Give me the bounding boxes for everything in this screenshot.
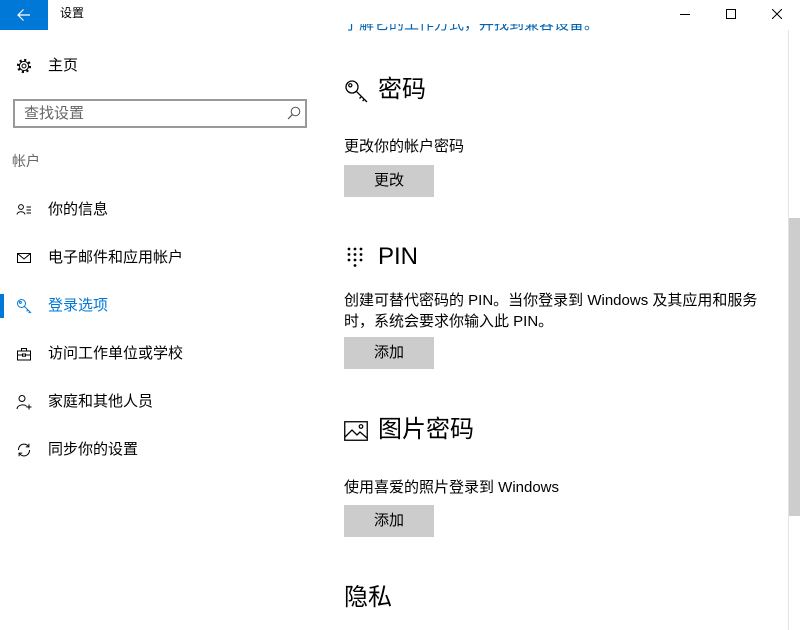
add-pin-button[interactable]: 添加 [344, 337, 434, 369]
picture-password-heading: 图片密码 [378, 416, 474, 443]
sidebar-item-sign-in-options[interactable]: 登录选项 [0, 286, 320, 326]
main-content: 了解它的工作方式，并找到兼容设备。 密码 更改你的帐户密码 更改 PIN 创建可… [320, 24, 788, 630]
sidebar-item-label: 主页 [48, 57, 79, 74]
key-icon [16, 298, 32, 314]
keypad-icon [347, 247, 363, 268]
briefcase-icon [16, 346, 32, 362]
mail-icon [16, 250, 32, 266]
sidebar-item-label: 访问工作单位或学校 [48, 345, 184, 362]
password-description: 更改你的帐户密码 [344, 138, 465, 155]
pin-description-line: 时，系统会要求你输入此 PIN。 [344, 313, 554, 330]
sidebar-item-your-info[interactable]: 你的信息 [0, 190, 320, 230]
sidebar: 主页 帐户 你的信息 电子邮件和应用帐户 登录选项 访问工作单位或学校 [0, 0, 320, 630]
gear-icon [16, 58, 32, 74]
sidebar-item-label: 登录选项 [48, 297, 109, 314]
maximize-button[interactable] [708, 0, 754, 30]
password-heading: 密码 [378, 76, 426, 103]
sidebar-item-sync-settings[interactable]: 同步你的设置 [0, 430, 320, 470]
sidebar-item-label: 同步你的设置 [48, 441, 139, 458]
key-icon [344, 79, 368, 103]
pin-description-line: 创建可替代密码的 PIN。当你登录到 Windows 及其应用和服务 [344, 292, 758, 309]
search-input[interactable] [15, 101, 279, 126]
title-bar: 设置 [0, 0, 800, 30]
contact-info-icon [16, 202, 32, 218]
sidebar-item-email-accounts[interactable]: 电子邮件和应用帐户 [0, 238, 320, 278]
search-icon[interactable] [287, 106, 301, 120]
selection-indicator [0, 294, 4, 318]
scrollbar-thumb[interactable] [789, 218, 800, 516]
window-title: 设置 [60, 6, 85, 20]
sidebar-item-label: 家庭和其他人员 [48, 393, 154, 410]
picture-password-description: 使用喜爱的照片登录到 Windows [344, 479, 560, 496]
section-header-accounts: 帐户 [12, 153, 40, 169]
picture-icon [344, 421, 368, 441]
close-button[interactable] [754, 0, 800, 30]
sidebar-item-family-other-people[interactable]: 家庭和其他人员 [0, 382, 320, 422]
sidebar-item-label: 你的信息 [48, 201, 109, 218]
change-password-button[interactable]: 更改 [344, 165, 434, 197]
pin-heading: PIN [378, 243, 419, 270]
vertical-scrollbar[interactable] [788, 30, 800, 630]
add-picture-password-button[interactable]: 添加 [344, 505, 434, 537]
add-person-icon [16, 394, 32, 410]
sync-icon [16, 442, 32, 458]
search-box[interactable] [13, 99, 307, 128]
sidebar-item-work-school[interactable]: 访问工作单位或学校 [0, 334, 320, 374]
back-button[interactable] [0, 0, 48, 30]
privacy-heading: 隐私 [344, 584, 392, 611]
minimize-button[interactable] [662, 0, 708, 30]
sidebar-item-label: 电子邮件和应用帐户 [48, 249, 184, 266]
sidebar-item-home[interactable]: 主页 [0, 46, 320, 86]
